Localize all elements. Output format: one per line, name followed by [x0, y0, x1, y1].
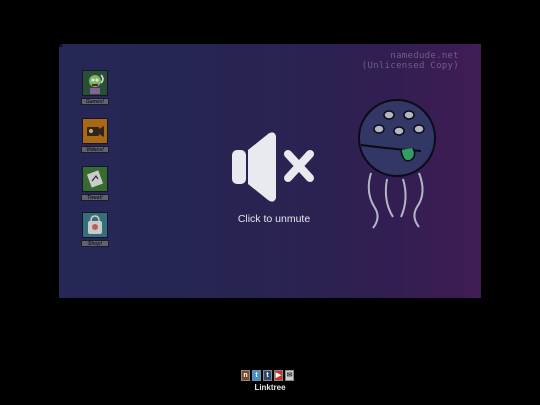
linktree-link[interactable]: Linktree	[237, 383, 303, 392]
newgrounds-icon[interactable]: n	[241, 370, 250, 381]
game-stage[interactable]: namedude.net (Unlicensed Copy) Games! Vi…	[59, 44, 481, 298]
unmute-label: Click to unmute	[237, 213, 311, 225]
social-links: n t t ▶ ✉	[241, 370, 294, 381]
email-icon[interactable]: ✉	[285, 370, 294, 381]
speaker-muted-icon	[232, 132, 314, 202]
unmute-button[interactable]: Click to unmute	[219, 130, 329, 225]
twitter-icon[interactable]: t	[252, 370, 261, 381]
youtube-icon[interactable]: ▶	[274, 370, 283, 381]
tumblr-icon[interactable]: t	[263, 370, 272, 381]
